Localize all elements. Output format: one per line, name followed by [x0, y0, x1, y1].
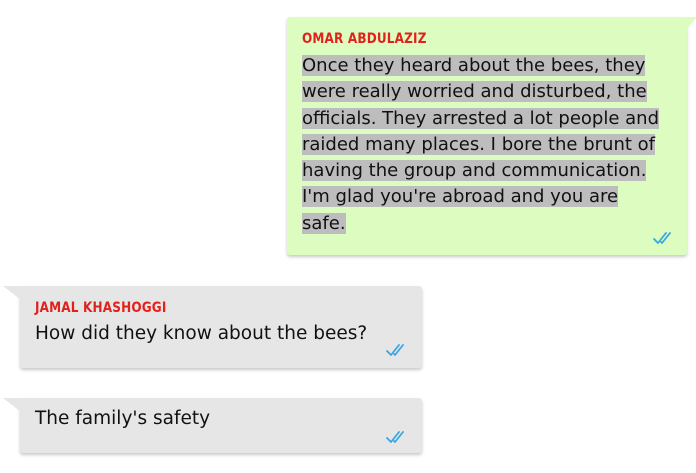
- sender-name: JAMAL KHASHOGGI: [35, 300, 167, 316]
- message-line: officials. They arrested a lot people an…: [302, 107, 660, 129]
- message-line: I'm glad you're abroad and you are: [302, 186, 619, 208]
- read-receipt-double-check-icon: [653, 232, 671, 244]
- message-line: were really worried and disturbed, the: [302, 81, 647, 103]
- received-message-bubble[interactable]: The family's safety: [3, 398, 422, 453]
- bubble-tail: [3, 398, 21, 412]
- bubble-tail: [3, 286, 21, 300]
- message-text[interactable]: The family's safety: [35, 408, 210, 429]
- message-text[interactable]: How did they know about the bees?: [35, 323, 367, 344]
- chat-screen: { "messages": [ { "sender": "OMAR ABDULA…: [0, 0, 696, 473]
- message-text[interactable]: Once they heard about the bees, they wer…: [302, 53, 660, 237]
- read-receipt-double-check-icon: [386, 344, 404, 356]
- message-line: raided many places. I bore the brunt of: [302, 133, 655, 155]
- received-message-bubble[interactable]: JAMAL KHASHOGGI How did they know about …: [3, 286, 422, 368]
- bubble-tail: [685, 17, 696, 31]
- sender-name: OMAR ABDULAZIZ: [302, 31, 427, 47]
- sent-message-bubble[interactable]: OMAR ABDULAZIZ Once they heard about the…: [287, 17, 696, 255]
- message-line: Once they heard about the bees, they: [302, 55, 646, 76]
- message-line: having the group and communication.: [302, 160, 647, 182]
- read-receipt-double-check-icon: [386, 431, 404, 443]
- message-line: safe.: [302, 212, 346, 234]
